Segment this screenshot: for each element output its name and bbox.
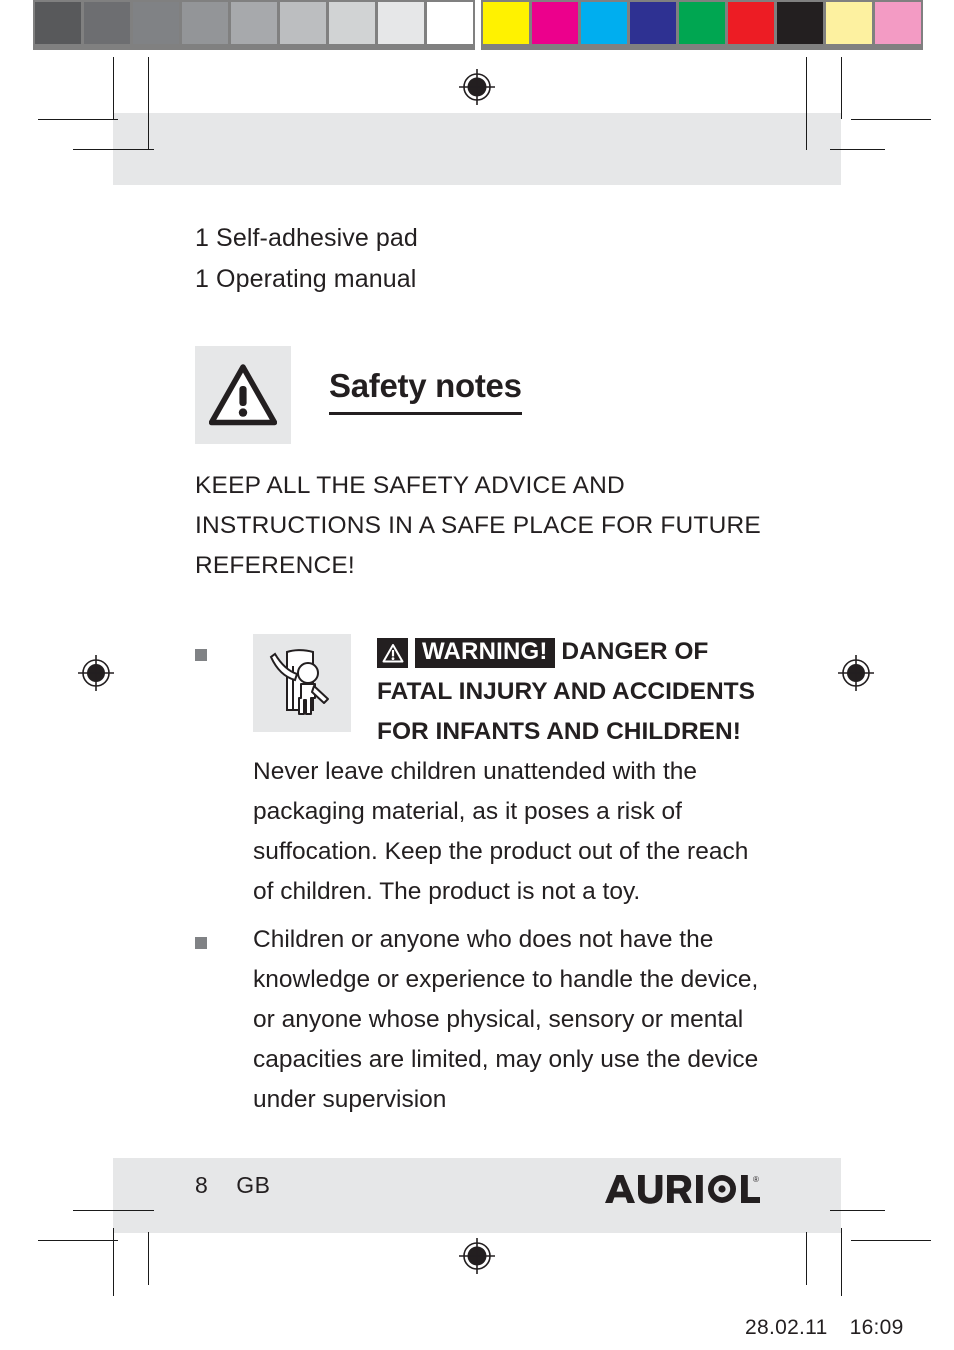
gray-swatch bbox=[35, 2, 81, 44]
crop-mark-horizontal bbox=[38, 119, 118, 120]
gray-swatch bbox=[280, 2, 326, 44]
warning-badge: WARNING! bbox=[377, 638, 555, 668]
keep-safety-advice-notice: KEEP ALL THE SAFETY ADVICE AND INSTRUCTI… bbox=[195, 472, 761, 579]
gray-swatch bbox=[329, 2, 375, 44]
registration-target-icon bbox=[457, 1236, 497, 1276]
language-code: GB bbox=[236, 1172, 271, 1198]
package-contents-item: 1 Self-adhesive pad bbox=[195, 224, 418, 252]
registration-target-icon bbox=[836, 653, 876, 693]
color-swatch bbox=[532, 2, 578, 44]
warning-body-text: Never leave children unattended with the… bbox=[253, 758, 749, 905]
print-proof-page: 1 Self-adhesive pad 1 Operating manual S… bbox=[0, 0, 954, 1350]
page-title: Safety notes bbox=[329, 368, 522, 416]
timestamp-time: 16:09 bbox=[849, 1316, 904, 1339]
color-swatch bbox=[679, 2, 725, 44]
list-item: WARNING! DANGER OF FATAL INJURY AND ACCI… bbox=[195, 632, 765, 912]
list-item-body: Children or anyone who does not have the… bbox=[253, 926, 759, 1113]
crop-mark-vertical bbox=[806, 57, 807, 150]
warning-badge-label: WARNING! bbox=[415, 638, 555, 668]
crop-mark-vertical bbox=[113, 57, 114, 119]
svg-text:®: ® bbox=[753, 1175, 759, 1184]
color-swatch bbox=[630, 2, 676, 44]
auriol-logo: ® bbox=[605, 1173, 760, 1207]
page-content: 1 Self-adhesive pad 1 Operating manual S… bbox=[195, 218, 765, 1128]
warning-triangle-icon bbox=[195, 346, 291, 444]
package-contents-item: 1 Operating manual bbox=[195, 265, 417, 293]
child-with-plastic-film-icon bbox=[253, 634, 351, 732]
list-item: Children or anyone who does not have the… bbox=[195, 920, 765, 1120]
color-swatch bbox=[777, 2, 823, 44]
bullet-square-icon bbox=[195, 937, 207, 949]
grayscale-calibration-bar bbox=[33, 0, 475, 50]
color-calibration-bar bbox=[481, 0, 923, 50]
color-swatch bbox=[826, 2, 872, 44]
timestamp-date: 28.02.11 bbox=[745, 1316, 828, 1339]
safety-notes-heading: Safety notes bbox=[195, 346, 765, 444]
color-swatch bbox=[875, 2, 921, 44]
crop-mark-vertical bbox=[806, 1232, 807, 1285]
crop-mark-horizontal bbox=[851, 119, 931, 120]
crop-mark-vertical bbox=[113, 1228, 114, 1296]
crop-mark-vertical bbox=[148, 1232, 149, 1285]
gray-swatch bbox=[133, 2, 179, 44]
color-swatch bbox=[483, 2, 529, 44]
crop-mark-horizontal bbox=[830, 149, 885, 150]
page-header-band bbox=[113, 113, 841, 185]
warning-triangle-icon bbox=[377, 638, 408, 668]
gray-swatch bbox=[182, 2, 228, 44]
crop-mark-vertical bbox=[841, 1228, 842, 1296]
crop-mark-horizontal bbox=[851, 1240, 931, 1241]
crop-mark-horizontal bbox=[830, 1210, 885, 1211]
section-title-wrap: Safety notes bbox=[329, 368, 522, 422]
print-timestamp: 28.02.11 16:09 bbox=[745, 1316, 904, 1340]
gray-swatch bbox=[84, 2, 130, 44]
color-swatch bbox=[728, 2, 774, 44]
package-contents-list: 1 Self-adhesive pad 1 Operating manual bbox=[195, 218, 765, 300]
registration-target-icon bbox=[76, 653, 116, 693]
crop-mark-vertical bbox=[841, 57, 842, 119]
gray-swatch bbox=[427, 2, 473, 44]
registration-target-icon bbox=[457, 67, 497, 107]
page-number: 8 bbox=[195, 1172, 209, 1198]
crop-mark-vertical bbox=[148, 57, 149, 150]
gray-swatch bbox=[378, 2, 424, 44]
crop-mark-horizontal bbox=[38, 1240, 118, 1241]
color-swatch bbox=[581, 2, 627, 44]
gray-swatch bbox=[231, 2, 277, 44]
bullet-square-icon bbox=[195, 649, 207, 661]
list-item-body: WARNING! DANGER OF FATAL INJURY AND ACCI… bbox=[253, 632, 765, 912]
crop-mark-horizontal bbox=[73, 1210, 154, 1211]
crop-mark-horizontal bbox=[73, 149, 154, 150]
